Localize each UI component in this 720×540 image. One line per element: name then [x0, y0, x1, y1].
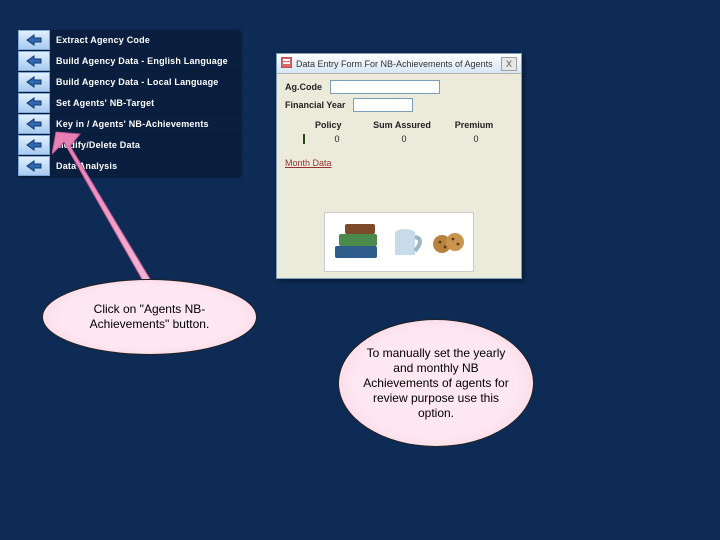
col-sum: Sum Assured	[367, 120, 437, 130]
menu-label: Extract Agency Code	[50, 30, 240, 50]
agcode-row: Ag.Code	[285, 80, 513, 94]
decorative-image	[324, 212, 474, 272]
agcode-input[interactable]	[330, 80, 440, 94]
val-policy: 0	[317, 134, 357, 144]
menu-item-nb-achievements[interactable]: Key in / Agents' NB-Achievements	[18, 114, 240, 134]
form-titlebar: Data Entry Form For NB-Achievements of A…	[277, 54, 521, 74]
month-data-link[interactable]: Month Data	[285, 158, 332, 168]
books-icon	[331, 220, 385, 264]
menu-item-nb-target[interactable]: Set Agents' NB-Target	[18, 93, 240, 113]
form-icon	[281, 55, 292, 73]
menu-label: Build Agency Data - English Language	[50, 51, 240, 71]
menu-item-build-english[interactable]: Build Agency Data - English Language	[18, 51, 240, 71]
mug-icon	[391, 223, 425, 261]
finyear-label: Financial Year	[285, 100, 345, 110]
arrow-icon	[18, 114, 50, 134]
menu-label: Key in / Agents' NB-Achievements	[50, 114, 240, 134]
agcode-label: Ag.Code	[285, 82, 322, 92]
callout-click-instruction: Click on "Agents NB-Achievements" button…	[42, 279, 257, 355]
arrow-icon	[18, 135, 50, 155]
arrow-icon	[18, 72, 50, 92]
value-row: 0 0 0	[303, 134, 513, 144]
cookies-icon	[431, 229, 467, 255]
sidebar-menu: Extract Agency Code Build Agency Data - …	[18, 30, 240, 177]
finyear-row: Financial Year	[285, 98, 513, 112]
callout-text: To manually set the yearly and monthly N…	[357, 346, 515, 421]
col-policy: Policy	[315, 120, 355, 130]
callout-description: To manually set the yearly and monthly N…	[338, 319, 534, 447]
form-body: Ag.Code Financial Year Policy Sum Assure…	[277, 74, 521, 177]
arrow-icon	[18, 93, 50, 113]
menu-item-modify-delete[interactable]: Modify/Delete Data	[18, 135, 240, 155]
menu-label: Modify/Delete Data	[50, 135, 240, 155]
val-premium: 0	[451, 134, 501, 144]
data-entry-form: Data Entry Form For NB-Achievements of A…	[276, 53, 522, 279]
menu-item-data-analysis[interactable]: Data Analysis	[18, 156, 240, 176]
callout-text: Click on "Agents NB-Achievements" button…	[61, 302, 238, 332]
menu-label: Set Agents' NB-Target	[50, 93, 240, 113]
menu-label: Build Agency Data - Local Language	[50, 72, 240, 92]
arrow-icon	[18, 51, 50, 71]
form-title: Data Entry Form For NB-Achievements of A…	[296, 59, 497, 69]
close-button[interactable]: X	[501, 57, 517, 71]
val-sum: 0	[369, 134, 439, 144]
finyear-input[interactable]	[353, 98, 413, 112]
arrow-icon	[18, 156, 50, 176]
col-premium: Premium	[449, 120, 499, 130]
arrow-icon	[18, 30, 50, 50]
column-headers: Policy Sum Assured Premium	[285, 120, 513, 130]
menu-item-extract-agency[interactable]: Extract Agency Code	[18, 30, 240, 50]
menu-item-build-local[interactable]: Build Agency Data - Local Language	[18, 72, 240, 92]
menu-label: Data Analysis	[50, 156, 240, 176]
